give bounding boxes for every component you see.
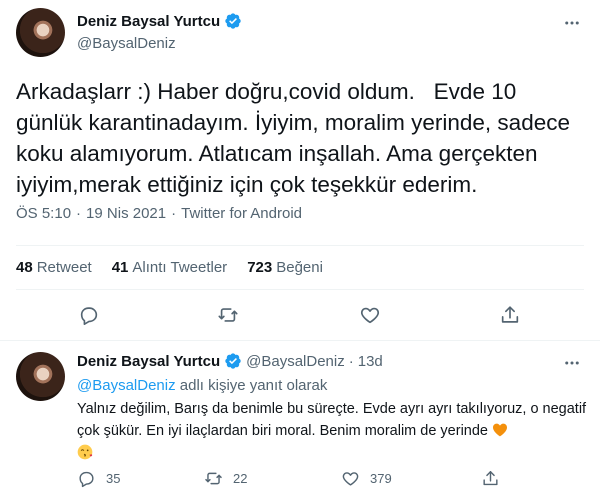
author-name-row[interactable]: Deniz Baysal Yurtcu — [77, 12, 242, 30]
main-tweet: Deniz Baysal Yurtcu @BaysalDeniz Arkadaş… — [0, 0, 600, 341]
quotes-label: Alıntı Tweetler — [132, 259, 228, 276]
retweet-icon[interactable] — [217, 304, 239, 326]
reply-author-handle[interactable]: @BaysalDeniz — [246, 353, 345, 370]
reply-replies-count: 35 — [106, 471, 121, 486]
author-handle[interactable]: @BaysalDeniz — [77, 35, 176, 52]
avatar[interactable] — [16, 8, 65, 57]
share-icon[interactable] — [499, 304, 521, 326]
author-name[interactable]: Deniz Baysal Yurtcu — [77, 13, 220, 30]
face-blowing-kiss-emoji — [77, 444, 93, 460]
reply-icon[interactable] — [78, 304, 100, 326]
retweet-icon — [204, 469, 223, 488]
likes-label: Beğeni — [276, 259, 323, 276]
tweet-date[interactable]: 19 Nis 2021 — [86, 205, 166, 222]
share-icon — [481, 469, 500, 488]
likes-count: 723 — [247, 259, 273, 276]
meta-separator: · — [171, 205, 177, 222]
replying-to: @BaysalDeniz adlı kişiye yanıt olarak — [77, 377, 327, 394]
reply-text-body: Yalnız değilim, Barış da benimle bu süre… — [77, 401, 587, 439]
retweets-label: Retweet — [36, 259, 92, 276]
reply-like-action[interactable]: 379 — [341, 469, 392, 488]
reply-share-action[interactable] — [481, 469, 500, 488]
retweets-count: 48 — [16, 259, 33, 276]
tweet-text: Arkadaşlarr :) Haber doğru,covid oldum. … — [16, 79, 577, 197]
meta-separator: · — [348, 352, 354, 370]
reply-likes-count: 379 — [370, 471, 392, 486]
tweet-source[interactable]: Twitter for Android — [181, 205, 302, 222]
heart-icon — [341, 469, 360, 488]
replying-to-suffix: adlı kişiye yanıt olarak — [175, 377, 328, 394]
reply-author-name[interactable]: Deniz Baysal Yurtcu — [77, 353, 220, 370]
verified-badge-icon — [224, 12, 242, 30]
quotes-count: 41 — [111, 259, 129, 276]
quotes-stat[interactable]: 41 Alıntı Tweetler — [112, 259, 227, 276]
heart-icon[interactable] — [359, 304, 381, 326]
reply-avatar[interactable] — [16, 352, 65, 401]
more-dots-icon[interactable] — [563, 14, 581, 32]
more-dots-icon[interactable] — [563, 354, 581, 372]
likes-stat[interactable]: 723 Beğeni — [247, 259, 323, 276]
reply-icon — [77, 469, 96, 488]
tweet-stats: 48 Retweet 41 Alıntı Tweetler 723 Beğeni — [16, 245, 584, 290]
reply-retweets-count: 22 — [233, 471, 248, 486]
orange-heart-emoji — [492, 422, 508, 438]
tweet-meta: ÖS 5:10 · 19 Nis 2021 · Twitter for Andr… — [16, 205, 302, 222]
replying-to-handle-link[interactable]: @BaysalDeniz — [77, 377, 176, 394]
tweet-actions — [16, 300, 584, 330]
reply-header: Deniz Baysal Yurtcu @BaysalDeniz · 13d — [77, 352, 383, 370]
verified-badge-icon — [224, 352, 242, 370]
meta-separator: · — [76, 205, 82, 222]
reply-tweet[interactable]: Deniz Baysal Yurtcu @BaysalDeniz · 13d @… — [0, 341, 600, 502]
reply-retweet-action[interactable]: 22 — [204, 469, 247, 488]
retweets-stat[interactable]: 48 Retweet — [16, 259, 92, 276]
reply-age[interactable]: 13d — [358, 353, 383, 370]
reply-actions: 35 22 379 — [77, 469, 587, 493]
reply-reply-action[interactable]: 35 — [77, 469, 120, 488]
reply-text: Yalnız değilim, Barış da benimle bu süre… — [77, 398, 587, 464]
tweet-time[interactable]: ÖS 5:10 — [16, 205, 71, 222]
